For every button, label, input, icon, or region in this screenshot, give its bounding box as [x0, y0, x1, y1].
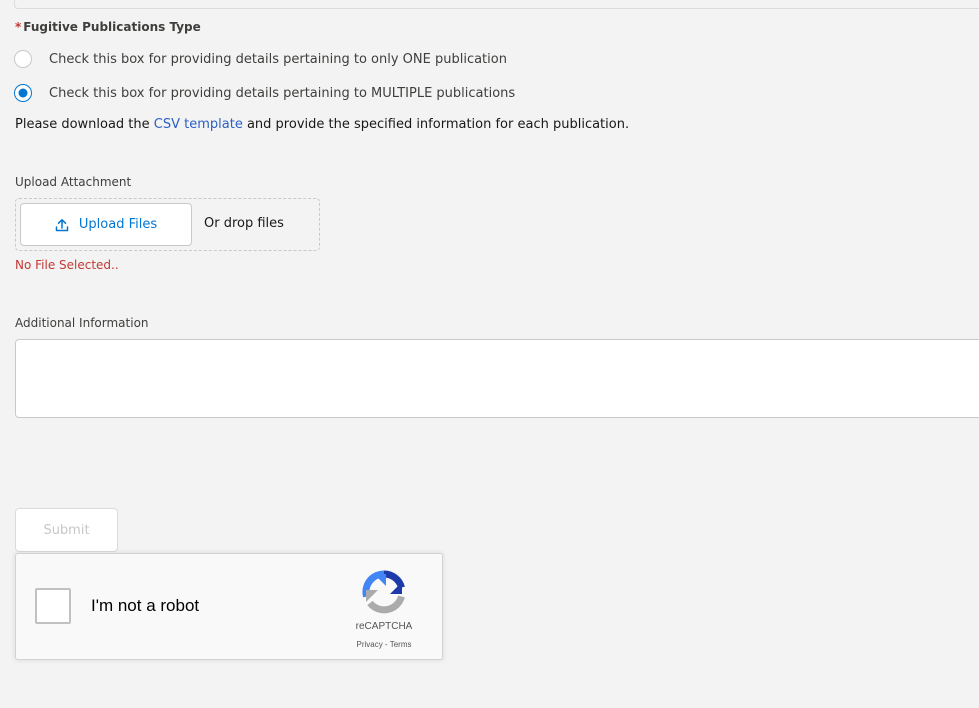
- recaptcha-checkbox[interactable]: [35, 588, 71, 624]
- radio-option-multiple-publications[interactable]: Check this box for providing details per…: [14, 82, 515, 104]
- recaptcha-label: I'm not a robot: [91, 596, 200, 615]
- submit-button[interactable]: Submit: [15, 508, 118, 552]
- upload-icon: [55, 218, 69, 231]
- recaptcha-logo-icon: [362, 570, 405, 614]
- upload-attachment-label: Upload Attachment: [15, 175, 132, 189]
- publications-type-label: * Fugitive Publications Type: [15, 20, 201, 34]
- recaptcha-terms-link[interactable]: Terms: [390, 640, 412, 649]
- radio-button-checked[interactable]: [14, 84, 32, 102]
- previous-field-border: [14, 0, 979, 9]
- download-prefix: Please download the: [15, 117, 154, 132]
- recaptcha-privacy-link[interactable]: Privacy: [357, 640, 383, 649]
- recaptcha-brand: reCAPTCHA: [355, 621, 413, 632]
- file-drop-zone[interactable]: Upload Files Or drop files: [15, 198, 320, 251]
- download-suffix: and provide the specified information fo…: [242, 117, 630, 132]
- upload-files-button[interactable]: Upload Files: [20, 203, 192, 246]
- radio-option-one-label: Check this box for providing details per…: [49, 51, 507, 67]
- csv-template-link[interactable]: CSV template: [154, 117, 243, 132]
- publication-form: * Fugitive Publications Type Check this b…: [0, 0, 979, 708]
- drop-files-text: Or drop files: [204, 216, 284, 231]
- additional-information-label: Additional Information: [15, 316, 149, 330]
- recaptcha-links: Privacy - Terms: [338, 640, 430, 649]
- radio-button-unchecked[interactable]: [14, 50, 32, 68]
- no-file-selected-message: No File Selected..: [15, 258, 119, 272]
- csv-download-instructions: Please download the CSV template and pro…: [15, 117, 629, 132]
- required-marker: *: [15, 20, 22, 34]
- upload-files-label: Upload Files: [78, 217, 158, 232]
- publications-type-label-text: Fugitive Publications Type: [23, 20, 201, 34]
- recaptcha-widget: I'm not a robot reCAPTCHA Privacy - Term…: [15, 553, 443, 660]
- additional-information-textarea[interactable]: [15, 339, 979, 418]
- recaptcha-link-separator: -: [382, 640, 390, 649]
- radio-option-multiple-label: Check this box for providing details per…: [49, 85, 516, 101]
- radio-option-one-publication[interactable]: Check this box for providing details per…: [14, 48, 507, 70]
